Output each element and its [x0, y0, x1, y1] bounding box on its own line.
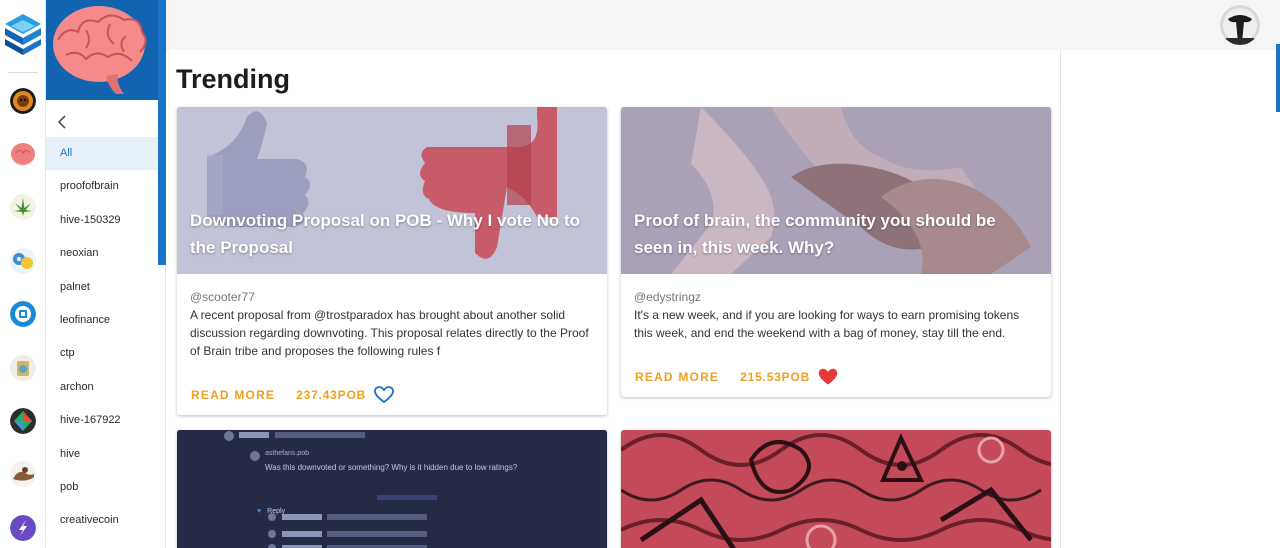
post-thumbnail[interactable] — [621, 430, 1051, 548]
post-actions: READ MORE 215.53POB — [635, 368, 838, 386]
archon-community-icon[interactable] — [10, 408, 36, 434]
sidebar-item-hive-167922[interactable]: hive-167922 — [46, 404, 158, 437]
preview-vote-row: ♥ Reply — [257, 508, 285, 515]
post-card[interactable]: Downvoting Proposal on POB - Why I vote … — [177, 107, 607, 415]
post-card[interactable]: asthefans.pob Was this downvoted or some… — [177, 430, 607, 548]
sidebar-item-palnet[interactable]: palnet — [46, 271, 158, 304]
chevron-left-icon[interactable] — [54, 112, 70, 132]
cannabis-community-icon[interactable] — [10, 194, 36, 220]
preview-author: asthefans.pob — [265, 450, 309, 457]
trending-feed: Trending Downvoting Proposal on POB - Wh… — [166, 50, 1061, 548]
page-title: Trending — [176, 64, 290, 94]
sidebar-item-hive-150329[interactable]: hive-150329 — [46, 204, 158, 237]
community-icon-rail — [0, 0, 46, 548]
read-more-button[interactable]: READ MORE — [635, 370, 719, 384]
post-author[interactable]: @edystringz — [634, 290, 701, 304]
post-title[interactable]: Proof of brain, the community you should… — [634, 207, 1038, 261]
post-card[interactable] — [621, 430, 1051, 548]
brain-community-icon[interactable] — [10, 141, 36, 167]
sidebar-scrollbar[interactable] — [158, 0, 166, 265]
read-more-button[interactable]: READ MORE — [191, 388, 275, 402]
heart-outline-icon[interactable] — [374, 386, 394, 404]
lion-community-icon[interactable] — [10, 88, 36, 114]
post-thumbnail[interactable]: Downvoting Proposal on POB - Why I vote … — [177, 107, 607, 274]
proofofbrain-banner — [46, 0, 158, 100]
rail-divider — [8, 72, 38, 73]
top-bar — [166, 0, 1280, 50]
sidebar-item-proofofbrain[interactable]: proofofbrain — [46, 170, 158, 203]
post-excerpt: It's a new week, and if you are looking … — [634, 308, 1020, 340]
ctp-community-icon[interactable] — [10, 355, 36, 381]
community-sidebar: All proofofbrain hive-150329 neoxian pal… — [46, 0, 166, 548]
post-card[interactable]: Proof of brain, the community you should… — [621, 107, 1051, 397]
post-actions: READ MORE 237.43POB — [191, 386, 394, 404]
page-scrollbar[interactable] — [1276, 44, 1280, 112]
sidebar-item-all[interactable]: All — [46, 137, 158, 171]
post-excerpt: A recent proposal from @trostparadox has… — [190, 308, 589, 358]
preview-reply: Reply — [267, 508, 286, 515]
sidebar-item-ctp[interactable]: ctp — [46, 337, 158, 370]
post-author[interactable]: @scooter77 — [190, 290, 255, 304]
post-title[interactable]: Downvoting Proposal on POB - Why I vote … — [190, 207, 594, 261]
sidebar-item-neoxian[interactable]: neoxian — [46, 237, 158, 270]
app-root: All proofofbrain hive-150329 neoxian pal… — [0, 0, 1280, 548]
sidebar-item-leofinance[interactable]: leofinance — [46, 304, 158, 337]
post-payout: 237.43POB — [296, 388, 367, 402]
neoxian-community-icon[interactable] — [10, 248, 36, 274]
sidebar-item-archon[interactable]: archon — [46, 371, 158, 404]
heart-filled-icon[interactable] — [818, 368, 838, 386]
hive-community-icon[interactable] — [10, 461, 36, 487]
sidebar-item-creativecoin[interactable]: creativecoin — [46, 504, 158, 537]
post-thumbnail[interactable]: Proof of brain, the community you should… — [621, 107, 1051, 274]
community-list: All proofofbrain hive-150329 neoxian pal… — [46, 137, 158, 538]
hive-logo-icon[interactable] — [3, 12, 43, 56]
post-thumbnail[interactable]: asthefans.pob Was this downvoted or some… — [177, 430, 607, 548]
preview-comment: Was this downvoted or something? Why is … — [265, 463, 518, 472]
leofinance-community-icon[interactable] — [10, 301, 36, 327]
sidebar-item-hive[interactable]: hive — [46, 438, 158, 471]
sidebar-item-pob[interactable]: pob — [46, 471, 158, 504]
user-avatar[interactable] — [1220, 5, 1260, 45]
post-payout: 215.53POB — [740, 370, 811, 384]
heart-icon: ♥ — [257, 508, 262, 515]
pob-community-icon[interactable] — [10, 515, 36, 541]
